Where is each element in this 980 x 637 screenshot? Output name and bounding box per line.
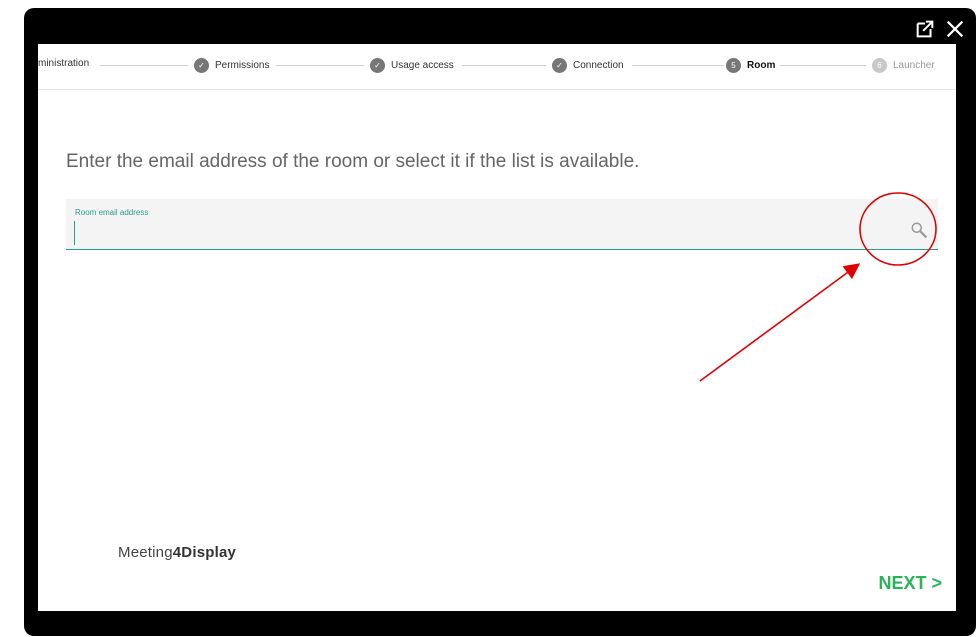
brand-logo: Meeting4Display bbox=[118, 544, 236, 561]
step-label: Permissions bbox=[215, 60, 270, 71]
step-administration[interactable]: ministration bbox=[38, 58, 89, 69]
room-email-field[interactable]: Room email address bbox=[66, 199, 938, 250]
check-icon: ✓ bbox=[194, 58, 209, 73]
setup-screen: ministration ✓ Permissions ✓ Usage acces… bbox=[38, 44, 956, 611]
step-number: 6 bbox=[872, 58, 887, 73]
room-email-label: Room email address bbox=[75, 208, 149, 217]
window-controls bbox=[914, 18, 966, 40]
close-icon[interactable] bbox=[944, 18, 966, 40]
step-connector bbox=[100, 65, 188, 66]
room-email-input[interactable] bbox=[74, 221, 841, 245]
step-label: Usage access bbox=[391, 60, 454, 71]
check-icon: ✓ bbox=[370, 58, 385, 73]
step-number: 5 bbox=[726, 58, 741, 73]
brand-name-part2: 4Display bbox=[172, 544, 237, 561]
step-launcher[interactable]: 6 Launcher bbox=[872, 58, 935, 73]
step-connector bbox=[462, 65, 546, 66]
step-connection[interactable]: ✓ Connection bbox=[552, 58, 624, 73]
check-icon: ✓ bbox=[552, 58, 567, 73]
brand-name-part1: Meeting bbox=[118, 544, 173, 561]
setup-stepper: ministration ✓ Permissions ✓ Usage acces… bbox=[38, 44, 956, 90]
step-room[interactable]: 5 Room bbox=[726, 58, 775, 73]
step-label: Connection bbox=[573, 60, 624, 71]
step-permissions[interactable]: ✓ Permissions bbox=[194, 58, 269, 73]
step-usage-access[interactable]: ✓ Usage access bbox=[370, 58, 454, 73]
step-connector bbox=[780, 65, 866, 66]
instruction-text: Enter the email address of the room or s… bbox=[66, 151, 640, 172]
external-link-icon[interactable] bbox=[914, 18, 936, 40]
search-icon[interactable] bbox=[910, 221, 928, 239]
step-label: Launcher bbox=[893, 60, 935, 71]
step-label: ministration bbox=[38, 58, 90, 69]
next-button[interactable]: NEXT > bbox=[878, 573, 942, 594]
step-connector bbox=[276, 65, 364, 66]
step-label: Room bbox=[747, 60, 776, 71]
step-connector bbox=[632, 65, 724, 66]
